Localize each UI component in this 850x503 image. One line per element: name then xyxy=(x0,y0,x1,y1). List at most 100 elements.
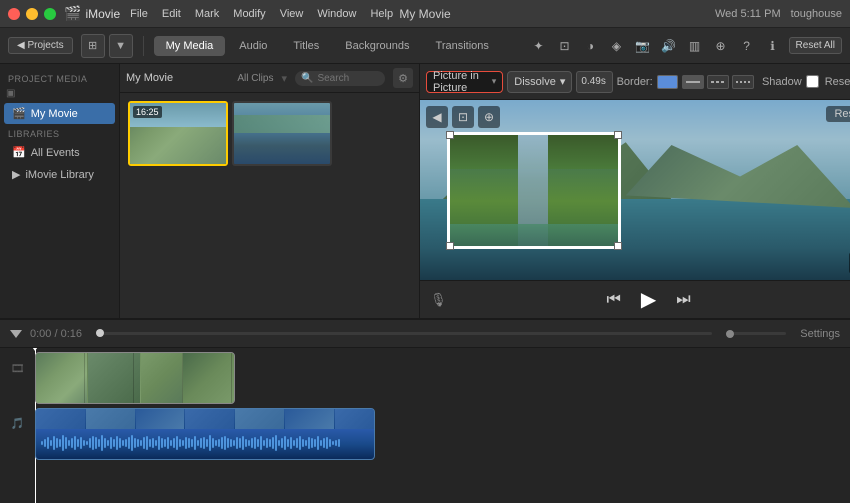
waveform-bar xyxy=(89,438,91,448)
canvas-controls-reset-button[interactable]: Reset xyxy=(825,76,850,88)
line-style-solid[interactable] xyxy=(682,75,704,89)
color-icon[interactable]: ◑ xyxy=(581,36,601,56)
skip-back-button[interactable]: ⏮ xyxy=(607,291,621,309)
scrubber-handle[interactable] xyxy=(96,329,104,337)
tab-my-media[interactable]: My Media xyxy=(154,36,226,56)
reset-all-button[interactable]: Reset All xyxy=(789,37,842,54)
menu-window[interactable]: Window xyxy=(317,8,356,20)
tab-backgrounds[interactable]: Backgrounds xyxy=(333,36,421,56)
filter-icon[interactable]: ◈ xyxy=(607,36,627,56)
shadow-checkbox[interactable] xyxy=(806,75,819,88)
skip-forward-button[interactable]: ⏭ xyxy=(676,291,690,309)
maximize-button[interactable] xyxy=(44,8,56,20)
pip-dropdown[interactable]: Picture in Picture ▾ xyxy=(426,71,503,93)
waveform-bar xyxy=(92,436,94,450)
audio-clip-track[interactable] xyxy=(35,408,375,460)
menu-view[interactable]: View xyxy=(280,8,304,20)
timeline-playhead-indicator xyxy=(10,330,22,338)
grid-view-button[interactable]: ⊞ xyxy=(81,34,105,58)
dissolve-dropdown[interactable]: Dissolve ▾ xyxy=(507,71,572,93)
waveform-bar xyxy=(233,440,235,446)
waveform-bar xyxy=(95,437,97,449)
search-input[interactable] xyxy=(317,73,377,84)
pip-handle-bottom-right[interactable] xyxy=(614,242,622,250)
sidebar-project-media-header-row: ▣ xyxy=(0,86,119,101)
speedometer-icon[interactable]: ⊕ xyxy=(711,36,731,56)
duration-field[interactable]: 0.49s xyxy=(576,71,612,93)
video-icon[interactable]: 📷 xyxy=(633,36,653,56)
close-button[interactable] xyxy=(8,8,20,20)
waveform-bar xyxy=(326,437,328,449)
sidebar-item-imovie-library[interactable]: ▶ iMovie Library xyxy=(4,164,115,185)
waveform-bar xyxy=(215,440,217,446)
waveform-bar xyxy=(188,438,190,448)
media-thumb-0[interactable]: 16:25 xyxy=(128,101,228,166)
search-box[interactable]: 🔍 xyxy=(295,71,385,86)
toolbar-separator-1 xyxy=(143,36,144,56)
canvas-reset-button[interactable]: Reset xyxy=(826,106,850,122)
waveform-bar xyxy=(158,436,160,450)
canvas-back-button[interactable]: ◀ xyxy=(426,106,448,128)
waveform-bar xyxy=(197,440,199,446)
main-area: PROJECT MEDIA ▣ 🎬 My Movie LIBRARIES 📅 A… xyxy=(0,64,850,318)
menu-edit[interactable]: Edit xyxy=(162,8,181,20)
timeline-settings-button[interactable]: Settings xyxy=(800,328,840,340)
waveform-bar xyxy=(290,437,292,449)
pip-handle-top-right[interactable] xyxy=(614,131,622,139)
menu-help[interactable]: Help xyxy=(370,8,393,20)
tab-titles[interactable]: Titles xyxy=(281,36,331,56)
info-icon[interactable]: ℹ xyxy=(763,36,783,56)
sidebar-item-all-events[interactable]: 📅 All Events xyxy=(4,142,115,163)
border-color-swatch[interactable] xyxy=(657,75,678,89)
search-icon: 🔍 xyxy=(301,73,313,84)
waveform-bar xyxy=(305,440,307,446)
time-total: 0:16 xyxy=(61,328,82,340)
media-settings-button[interactable]: ⚙ xyxy=(393,68,413,88)
waveform-bar xyxy=(104,438,106,448)
tab-transitions[interactable]: Transitions xyxy=(424,36,501,56)
menu-file[interactable]: File xyxy=(130,8,148,20)
content-tabs: My Media Audio Titles Backgrounds Transi… xyxy=(154,36,501,56)
canvas-fit-button[interactable]: ⊡ xyxy=(452,106,474,128)
waveform-bar xyxy=(212,438,214,448)
border-line-styles xyxy=(682,75,754,89)
app-name: iMovie xyxy=(85,7,120,21)
projects-back-button[interactable]: ◀ Projects xyxy=(8,37,73,54)
play-button[interactable]: ▶ xyxy=(641,287,656,312)
menu-mark[interactable]: Mark xyxy=(195,8,219,20)
pip-handle-bottom-left[interactable] xyxy=(446,242,454,250)
video-clip-track[interactable] xyxy=(35,352,235,404)
waveform-bar xyxy=(266,438,268,448)
crop-icon[interactable]: ⊡ xyxy=(555,36,575,56)
canvas-zoom-button[interactable]: ⊕ xyxy=(478,106,500,128)
waveform-bar xyxy=(152,438,154,448)
waveform-bar xyxy=(254,437,256,449)
preview-background: ◀ ⊡ ⊕ Reset ⤢ xyxy=(420,100,850,280)
sidebar-item-my-movie[interactable]: 🎬 My Movie xyxy=(4,103,115,124)
clips-separator: ▾ xyxy=(281,72,287,85)
gear-icon: ⚙ xyxy=(398,72,408,85)
media-thumb-1[interactable] xyxy=(232,101,332,166)
sidebar-item-label-all-events: All Events xyxy=(31,147,80,159)
media-browser: My Movie All Clips ▾ 🔍 ⚙ 16:25 xyxy=(120,64,420,318)
question-icon[interactable]: ? xyxy=(737,36,757,56)
line-style-dotted[interactable] xyxy=(732,75,754,89)
timeline-scrubber[interactable] xyxy=(96,332,712,335)
zoom-handle[interactable] xyxy=(726,330,734,338)
minimize-button[interactable] xyxy=(26,8,38,20)
down-arrow-button[interactable]: ▼ xyxy=(109,34,133,58)
tab-audio[interactable]: Audio xyxy=(227,36,279,56)
waveform-bar xyxy=(269,439,271,447)
waveform-bar xyxy=(86,441,88,445)
zoom-slider[interactable] xyxy=(726,332,786,335)
bar-chart-icon[interactable]: ▥ xyxy=(685,36,705,56)
microphone-icon[interactable]: 🎙 xyxy=(430,292,447,308)
audio-icon[interactable]: 🔊 xyxy=(659,36,679,56)
pip-handle-top-left[interactable] xyxy=(446,131,454,139)
pip-overlay[interactable] xyxy=(447,132,621,249)
menu-modify[interactable]: Modify xyxy=(233,8,265,20)
waveform-bar xyxy=(98,439,100,447)
magic-wand-icon[interactable]: ✦ xyxy=(529,36,549,56)
menu-bar[interactable]: File Edit Mark Modify View Window Help xyxy=(130,8,393,20)
line-style-dashed[interactable] xyxy=(707,75,729,89)
